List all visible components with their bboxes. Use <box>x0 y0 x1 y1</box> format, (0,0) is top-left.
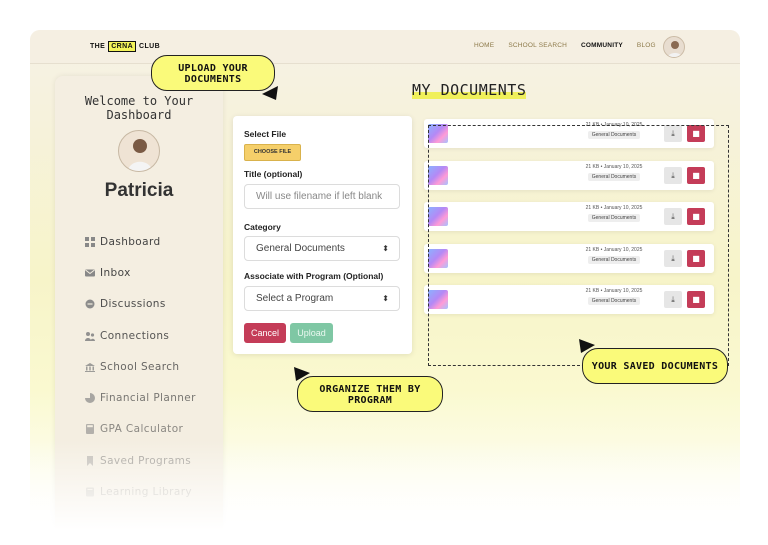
people-icon <box>85 331 95 341</box>
organize-callout-arrow-icon <box>294 367 310 381</box>
nav-home[interactable]: HOME <box>474 42 494 49</box>
upload-form-card: Select File CHOOSE FILE Title (optional)… <box>233 116 412 354</box>
mail-icon <box>85 269 95 277</box>
program-label: Associate with Program (Optional) <box>244 271 384 281</box>
sidebar-menu: Dashboard Inbox Discussions Connections … <box>85 226 196 508</box>
main-nav: HOME SCHOOL SEARCH COMMUNITY BLOG <box>474 42 656 49</box>
sidebar-item-label: GPA Calculator <box>100 423 184 436</box>
user-avatar[interactable] <box>663 36 685 58</box>
title-label: Title (optional) <box>244 169 303 179</box>
saved-documents-highlight <box>428 125 729 366</box>
upload-button[interactable]: Upload <box>290 323 333 343</box>
program-select[interactable]: Select a Program ⬍ <box>244 286 400 311</box>
organize-callout-text: ORGANIZE THEM BY PROGRAM <box>319 384 421 406</box>
category-value: General Documents <box>256 243 345 254</box>
sidebar-item-gpa-calculator[interactable]: GPA Calculator <box>85 414 196 445</box>
upload-callout-text: UPLOAD YOUR DOCUMENTS <box>178 63 248 85</box>
sidebar-item-financial-planner[interactable]: Financial Planner <box>85 382 196 413</box>
profile-avatar[interactable] <box>118 130 160 172</box>
bookmark-icon <box>87 455 93 466</box>
logo-suffix: CLUB <box>139 43 161 50</box>
school-icon <box>85 362 95 372</box>
welcome-text: Welcome to Your Dashboard <box>55 94 223 122</box>
calculator-icon <box>86 424 94 435</box>
saved-callout-text: YOUR SAVED DOCUMENTS <box>591 361 719 372</box>
sidebar-item-label: Inbox <box>100 266 131 279</box>
sidebar-item-inbox[interactable]: Inbox <box>85 257 196 288</box>
chat-icon <box>85 299 95 309</box>
saved-callout-arrow-icon <box>579 339 595 353</box>
pie-icon <box>85 393 95 404</box>
sidebar-item-label: Financial Planner <box>100 392 196 405</box>
select-caret-icon: ⬍ <box>382 244 389 253</box>
sidebar-item-dashboard[interactable]: Dashboard <box>85 226 196 257</box>
select-caret-icon: ⬍ <box>382 294 389 303</box>
sidebar-item-label: Dashboard <box>100 235 161 248</box>
nav-school-search[interactable]: SCHOOL SEARCH <box>508 42 567 49</box>
logo-prefix: THE <box>90 43 106 50</box>
title-input[interactable]: Will use filename if left blank <box>244 184 400 209</box>
nav-community[interactable]: COMMUNITY <box>581 42 623 49</box>
avatar-icon <box>667 41 683 57</box>
category-select[interactable]: General Documents ⬍ <box>244 236 400 261</box>
dashboard-sidebar: Welcome to Your Dashboard Patricia Dashb… <box>55 76 223 530</box>
logo-box: CRNA <box>108 41 137 52</box>
sidebar-item-label: School Search <box>100 360 180 373</box>
documents-heading: MY DOCUMENTS <box>412 81 527 99</box>
sidebar-item-discussions[interactable]: Discussions <box>85 289 196 320</box>
sidebar-item-label: Learning Library <box>100 486 193 499</box>
select-file-label: Select File <box>244 129 287 139</box>
saved-callout: YOUR SAVED DOCUMENTS <box>582 348 728 384</box>
book-icon <box>86 487 94 497</box>
sidebar-item-connections[interactable]: Connections <box>85 320 196 351</box>
sidebar-item-label: Connections <box>100 329 170 342</box>
sidebar-item-label: Discussions <box>100 298 166 311</box>
choose-file-button[interactable]: CHOOSE FILE <box>244 144 301 161</box>
nav-blog[interactable]: BLOG <box>637 42 656 49</box>
top-navbar: THE CRNA CLUB HOME SCHOOL SEARCH COMMUNI… <box>30 30 740 64</box>
grid-icon <box>85 236 95 247</box>
upload-callout-arrow-icon <box>262 86 278 100</box>
organize-callout: ORGANIZE THEM BY PROGRAM <box>297 376 443 412</box>
documents-heading-text: MY DOCUMENTS <box>412 81 527 99</box>
category-label: Category <box>244 222 281 232</box>
profile-name: Patricia <box>104 180 174 201</box>
sidebar-item-saved-programs[interactable]: Saved Programs <box>85 445 196 476</box>
upload-callout: UPLOAD YOUR DOCUMENTS <box>151 55 275 91</box>
site-logo[interactable]: THE CRNA CLUB <box>90 41 160 52</box>
welcome-heading: Welcome to Your Dashboard <box>84 94 194 122</box>
program-value: Select a Program <box>256 293 334 304</box>
profile-photo-icon <box>127 139 153 171</box>
title-placeholder: Will use filename if left blank <box>256 191 383 202</box>
sidebar-item-school-search[interactable]: School Search <box>85 351 196 382</box>
sidebar-item-learning-library[interactable]: Learning Library <box>85 476 196 507</box>
cancel-button[interactable]: Cancel <box>244 323 286 343</box>
sidebar-item-label: Saved Programs <box>100 454 192 467</box>
